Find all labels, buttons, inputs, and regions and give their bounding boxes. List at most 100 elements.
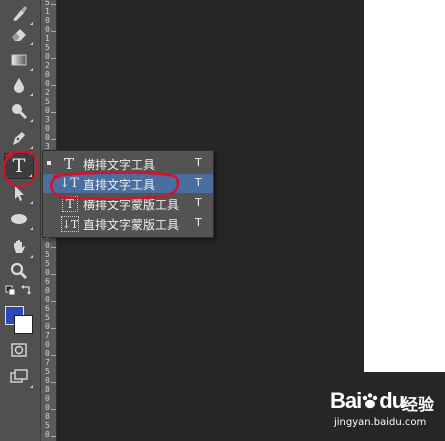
eraser-tool[interactable]	[4, 22, 34, 46]
ruler-tick	[51, 355, 56, 356]
eraser-icon	[12, 29, 26, 41]
watermark-product: 经验	[402, 395, 435, 414]
ruler-digit: 6	[45, 304, 50, 313]
ruler-tick	[51, 85, 56, 86]
quick-mask-tool[interactable]	[4, 338, 34, 362]
ruler-digit: 5	[45, 259, 50, 268]
ruler-digit: 5	[45, 43, 50, 52]
paw-icon	[363, 393, 378, 409]
zoom-tool[interactable]	[4, 259, 34, 283]
ruler-digit: 0	[45, 124, 50, 133]
current-tool-indicator	[47, 161, 51, 165]
ruler-tick	[51, 328, 56, 329]
ruler-digit: 0	[45, 286, 50, 295]
path-selection-tool[interactable]	[4, 181, 34, 205]
ruler-digit: 0	[45, 430, 50, 439]
ruler-tick	[51, 139, 56, 140]
ruler-digit: 0	[45, 106, 50, 115]
ruler-digit: 5	[45, 367, 50, 376]
ruler-tick	[51, 247, 56, 248]
menu-item-vertical-type[interactable]: ↓T 直排文字工具 T	[43, 174, 213, 193]
blur-tool[interactable]	[4, 73, 34, 97]
watermark-url: jingyan.baidu.com	[334, 417, 427, 428]
ruler-tick	[51, 112, 56, 113]
ruler-digit: 5	[45, 421, 50, 430]
drop-icon	[14, 78, 24, 93]
ruler-digit: 7	[45, 358, 50, 367]
ruler-digit: 0	[45, 340, 50, 349]
menu-item-label: 横排文字工具	[83, 158, 156, 172]
default-colors-icon	[5, 285, 31, 296]
ruler-digit: 2	[45, 88, 50, 97]
ruler-digit: 0	[45, 268, 50, 277]
ruler-tick	[51, 409, 56, 410]
brush-icon	[13, 6, 27, 21]
ruler-tick	[51, 382, 56, 383]
screen-mode-icon	[10, 369, 28, 383]
ruler-digit: 0	[45, 133, 50, 142]
menu-item-shortcut: T	[195, 196, 202, 209]
swap-colors[interactable]	[4, 283, 34, 299]
hand-tool[interactable]	[4, 235, 34, 259]
menu-item-shortcut: T	[195, 176, 202, 189]
watermark-brand: Bai du	[330, 388, 405, 413]
menu-item-horizontal-type-mask[interactable]: T 横排文字蒙版工具 T	[43, 194, 213, 213]
ellipse-icon	[11, 214, 27, 224]
ruler-digit: 3	[45, 115, 50, 124]
horizontal-type-mask-icon: T	[62, 196, 78, 212]
ruler-digit: 0	[45, 25, 50, 34]
ruler-digit: 0	[45, 322, 50, 331]
vertical-type-icon: ↓T	[59, 176, 79, 191]
shape-tool[interactable]	[4, 207, 34, 231]
ruler-digit: 0	[45, 295, 50, 304]
menu-item-vertical-type-mask[interactable]: ↓T 直排文字蒙版工具 T	[43, 214, 213, 233]
arrow-icon	[15, 186, 24, 201]
menu-item-shortcut: T	[195, 216, 202, 229]
dodge-icon	[12, 104, 28, 120]
ruler-digit: 1	[45, 7, 50, 16]
ruler-digit: 0	[45, 376, 50, 385]
horizontal-type-icon: T	[63, 154, 74, 173]
ruler-digit: 8	[45, 412, 50, 421]
quick-mask-icon	[11, 343, 27, 357]
ruler-tick	[51, 4, 56, 5]
gradient-tool[interactable]	[4, 48, 34, 72]
ruler-digit: 6	[45, 277, 50, 286]
ruler-digit: 1	[45, 34, 50, 43]
ruler-digit: 0	[45, 394, 50, 403]
pen-tool[interactable]	[4, 126, 34, 150]
type-tool[interactable]: T	[4, 153, 34, 179]
menu-item-label: 横排文字蒙版工具	[83, 198, 180, 212]
ruler-digit: 0	[45, 241, 50, 250]
ruler-digit: 5	[45, 250, 50, 259]
ruler-digit: 7	[45, 331, 50, 340]
ruler-digit: 0	[45, 79, 50, 88]
ruler-digit: 0	[45, 52, 50, 61]
pen-icon	[13, 132, 25, 145]
hand-icon	[14, 240, 25, 253]
ruler-tick	[51, 274, 56, 275]
background-color-swatch[interactable]	[14, 315, 33, 334]
ruler-digit: 0	[45, 349, 50, 358]
ruler-digit: 5	[45, 313, 50, 322]
menu-item-horizontal-type[interactable]: T 横排文字工具 T	[43, 154, 213, 173]
document-canvas[interactable]	[364, 0, 445, 372]
vertical-type-mask-icon: ↓T	[61, 216, 79, 232]
screen-mode-tool[interactable]	[4, 365, 34, 389]
photoshop-workspace: T 5 1 0 0 1 5 0 2 0 0 2 5 0 3 0 0 3 0 5 …	[0, 0, 445, 441]
dodge-tool[interactable]	[4, 99, 34, 123]
ruler-tick	[51, 301, 56, 302]
ruler-digit: 0	[45, 70, 50, 79]
menu-item-label: 直排文字工具	[83, 178, 156, 192]
ruler-digit: 2	[45, 61, 50, 70]
menu-item-shortcut: T	[195, 156, 202, 169]
ruler-tick	[51, 31, 56, 32]
ruler-tick	[51, 436, 56, 437]
gradient-icon	[11, 54, 27, 66]
zoom-icon	[10, 262, 28, 280]
type-icon: T	[12, 155, 26, 177]
ruler-digit: 5	[45, 97, 50, 106]
tools-panel: T	[0, 0, 41, 441]
menu-item-label: 直排文字蒙版工具	[83, 218, 180, 232]
ruler-digit: 0	[45, 403, 50, 412]
